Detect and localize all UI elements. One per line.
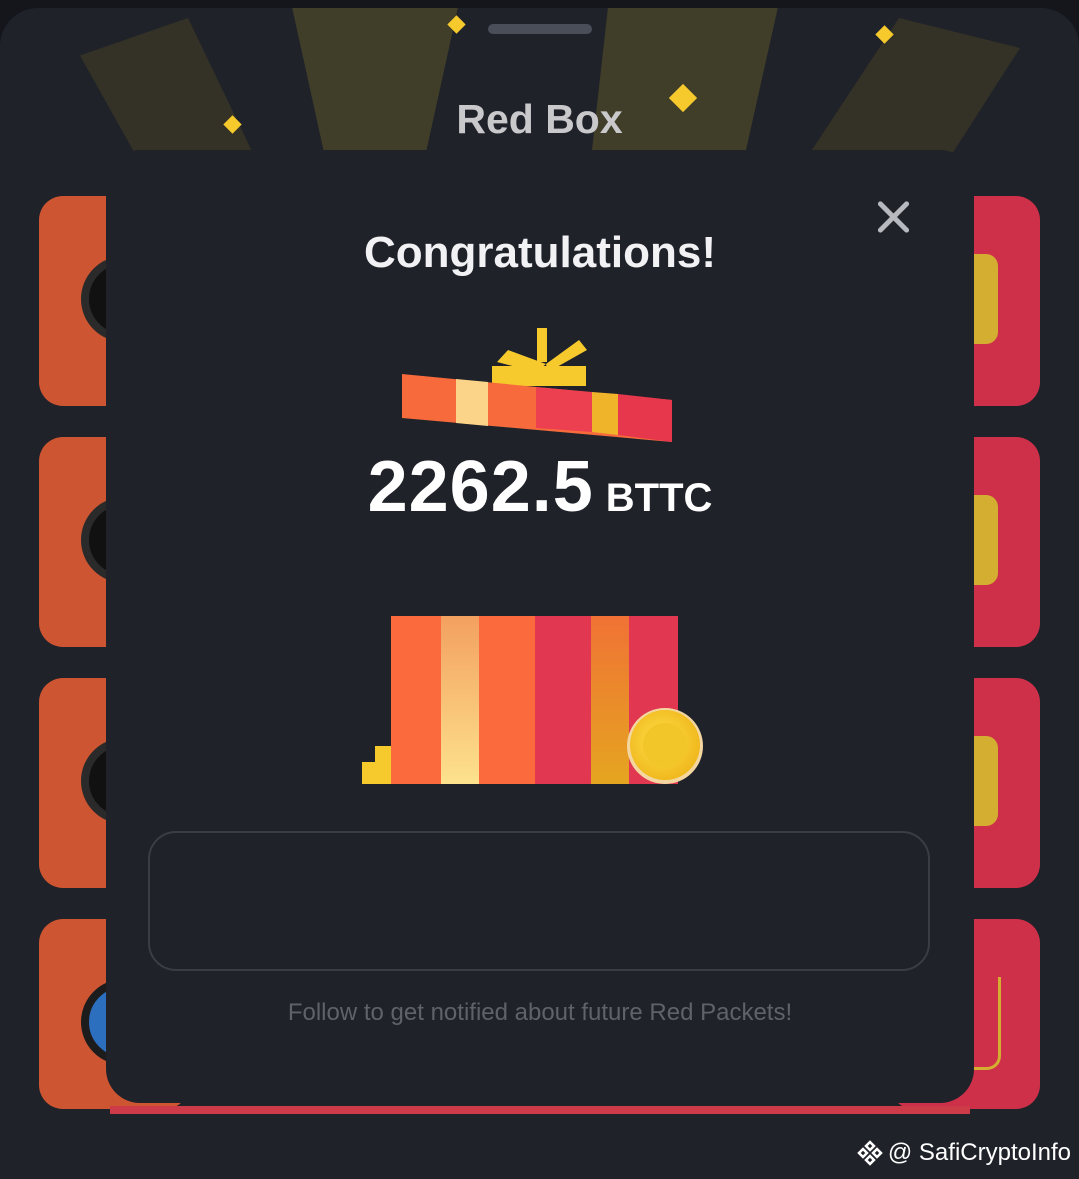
watermark-text: @ SafiCryptoInfo [887,1139,1071,1166]
light-ray [80,18,260,168]
packet-strip [110,1106,970,1114]
reward-modal: Congratulations! 2262.5 BTTC Follow to g… [106,150,974,1103]
follow-note: Follow to get notified about future Red … [287,999,793,1026]
coin-icon [627,708,703,784]
modal-title: Congratulations! [364,228,716,277]
watermark: @ SafiCryptoInfo [856,1139,1071,1167]
binance-logo-icon [857,1140,883,1166]
light-ray [800,18,1020,168]
follow-button[interactable] [148,831,930,971]
reward-amount: 2262.5 [367,447,594,527]
sheet-drag-handle[interactable] [488,24,592,34]
sheet-title: Red Box [456,96,623,142]
gift-box-icon [362,616,703,784]
gift-lid-icon [402,328,672,442]
reward-currency: BTTC [605,476,713,520]
light-ray [290,8,460,168]
reward-amount-row: 2262.5 BTTC [106,446,974,528]
